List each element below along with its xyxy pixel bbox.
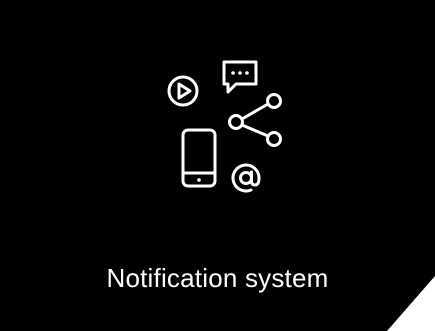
notification-icon-cluster [160, 55, 285, 200]
chat-bubble-icon [222, 60, 258, 94]
at-sign-icon [231, 163, 261, 193]
play-circle-icon [167, 75, 199, 107]
share-icon [228, 93, 282, 147]
notification-system-card[interactable]: Notification system [0, 0, 435, 331]
card-title: Notification system [106, 263, 329, 293]
smartphone-icon [181, 128, 217, 188]
